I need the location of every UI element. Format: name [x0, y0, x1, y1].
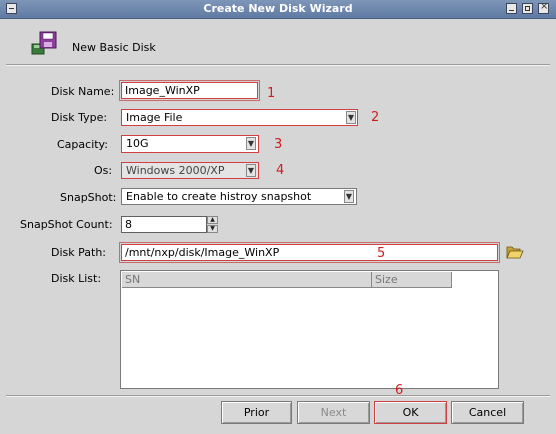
- chevron-down-icon[interactable]: ▼: [246, 164, 256, 177]
- annotation-marker-6: 6: [395, 383, 404, 398]
- chevron-down-icon[interactable]: ▼: [344, 190, 354, 203]
- os-value: Windows 2000/XP: [126, 164, 225, 177]
- column-header-size[interactable]: Size: [372, 272, 452, 288]
- floppy-disk-icon: [31, 31, 57, 55]
- disk-type-label: Disk Type:: [51, 111, 108, 124]
- capacity-value: 10G: [126, 137, 149, 150]
- annotation-marker-3: 3: [274, 137, 283, 152]
- os-label: Os:: [94, 164, 113, 177]
- disk-path-input[interactable]: /mnt/nxp/disk/Image_WinXP: [119, 242, 500, 263]
- os-select[interactable]: Windows 2000/XP ▼: [121, 162, 259, 179]
- capacity-label: Capacity:: [57, 138, 108, 151]
- chevron-down-icon[interactable]: ▼: [346, 111, 356, 124]
- folder-open-icon[interactable]: [506, 245, 524, 259]
- spin-down-icon[interactable]: ▼: [207, 225, 218, 233]
- header-title: New Basic Disk: [72, 41, 156, 54]
- snapshot-value: Enable to create histroy snapshot: [126, 190, 312, 203]
- column-header-sn[interactable]: SN: [122, 272, 372, 288]
- window-title: Create New Disk Wizard: [203, 2, 353, 15]
- annotation-marker-2: 2: [371, 110, 380, 125]
- minimize-icon[interactable]: [506, 3, 517, 14]
- chevron-down-icon[interactable]: ▼: [246, 137, 256, 150]
- cancel-button[interactable]: Cancel: [451, 401, 524, 424]
- next-button[interactable]: Next: [297, 401, 370, 424]
- close-icon[interactable]: [538, 1, 549, 14]
- title-bar: Create New Disk Wizard: [0, 0, 556, 19]
- annotation-marker-5: 5: [377, 246, 386, 261]
- disk-type-select[interactable]: Image File ▼: [121, 109, 358, 126]
- footer-separator: [6, 395, 550, 397]
- disk-type-value: Image File: [126, 111, 183, 124]
- prior-button[interactable]: Prior: [221, 401, 292, 424]
- disk-name-input[interactable]: Image_WinXP: [119, 80, 260, 101]
- ok-button[interactable]: OK: [374, 401, 447, 424]
- disk-name-label: Disk Name:: [51, 85, 115, 98]
- snapshot-count-input[interactable]: 8: [121, 216, 207, 233]
- snapshot-select[interactable]: Enable to create histroy snapshot ▼: [121, 188, 357, 205]
- spin-up-icon[interactable]: ▲: [207, 216, 218, 224]
- disk-path-label: Disk Path:: [51, 246, 106, 259]
- annotation-marker-1: 1: [267, 86, 276, 101]
- disk-list-label: Disk List:: [51, 272, 102, 285]
- capacity-select[interactable]: 10G ▼: [121, 135, 259, 153]
- annotation-marker-4: 4: [276, 163, 285, 178]
- header-separator: [6, 64, 550, 66]
- disk-list-table[interactable]: SN Size: [120, 270, 499, 389]
- maximize-icon[interactable]: [522, 3, 533, 14]
- snapshot-label: SnapShot:: [60, 191, 117, 204]
- snapshot-count-label: SnapShot Count:: [20, 218, 113, 231]
